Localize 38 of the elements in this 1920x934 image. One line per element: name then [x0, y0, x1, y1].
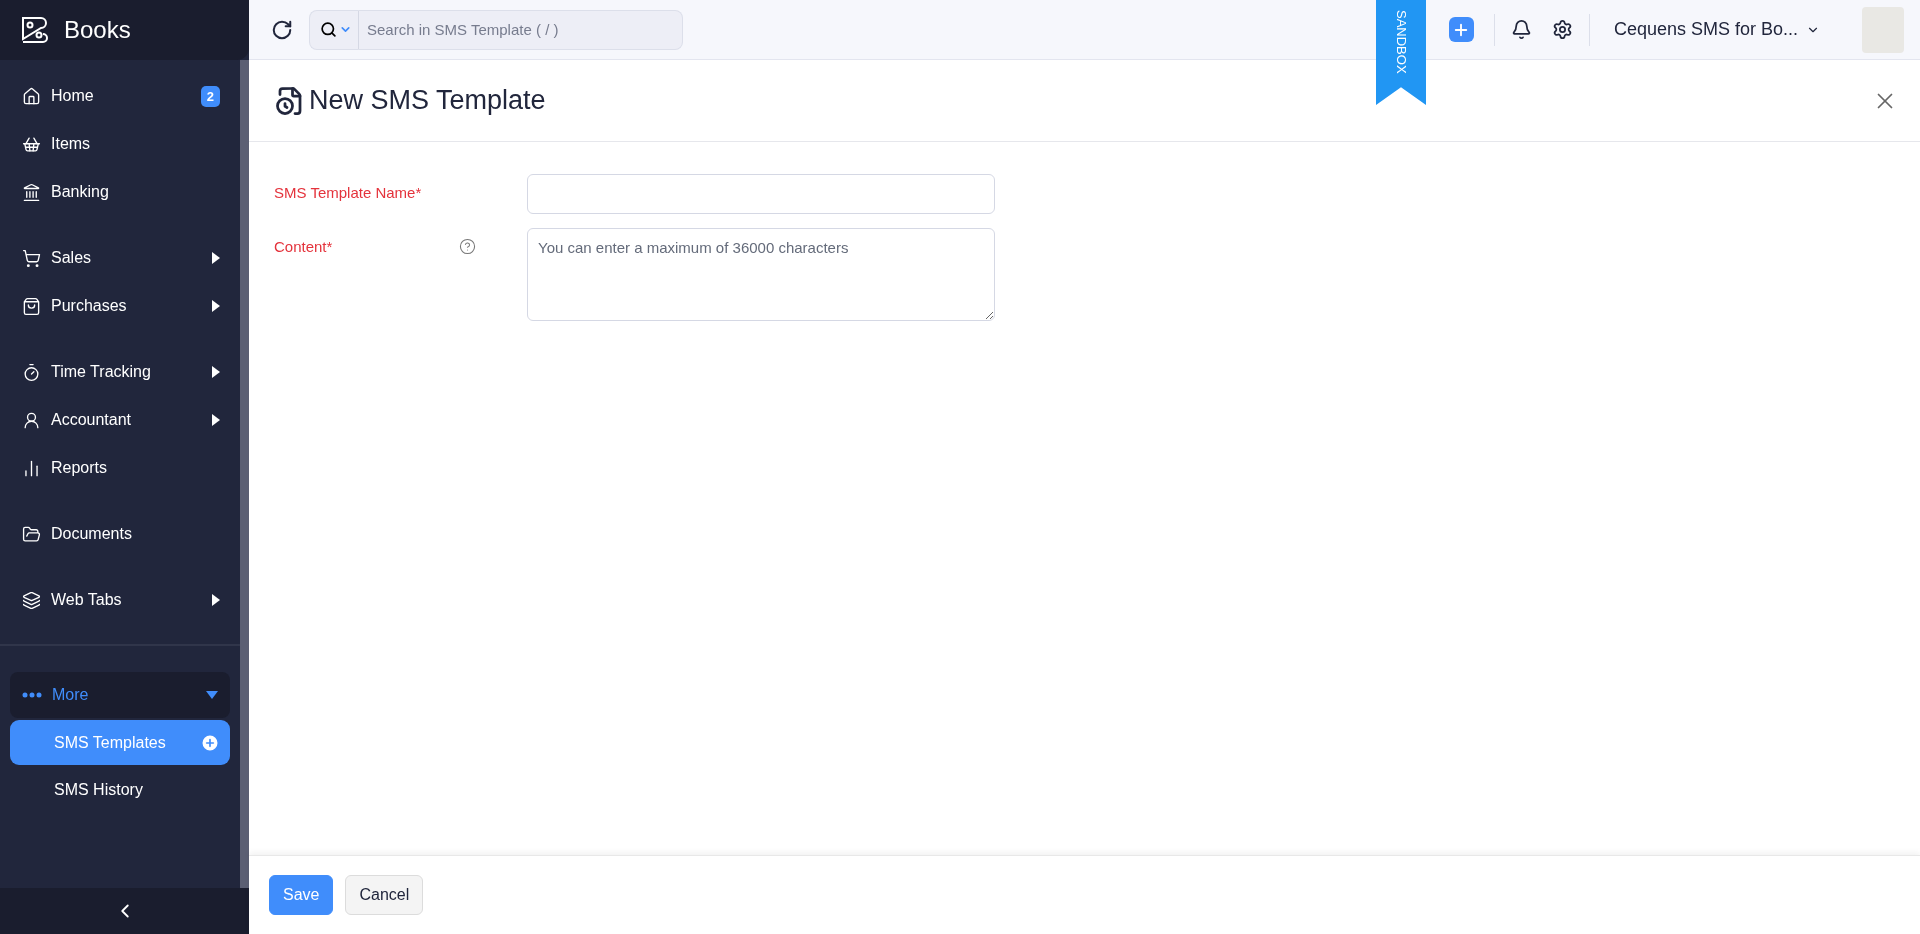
bank-icon: [22, 182, 41, 202]
submenu-item[interactable]: SMS History: [10, 767, 230, 812]
more-menu[interactable]: More: [10, 672, 230, 718]
ribbon-text: SANDBOX: [1393, 10, 1409, 74]
cart-icon: [22, 248, 41, 268]
input-field[interactable]: [527, 174, 995, 214]
nav-item[interactable]: Sales: [10, 234, 230, 282]
help-icon[interactable]: [459, 238, 476, 255]
stopwatch-icon: [22, 362, 41, 382]
nav-item[interactable]: Web Tabs: [10, 576, 230, 624]
nav-item[interactable]: Purchases: [10, 282, 230, 330]
nav-item[interactable]: Accountant: [10, 396, 230, 444]
nav-item[interactable]: Time Tracking: [10, 348, 230, 396]
brand-name: Books: [64, 16, 131, 44]
folder-icon: [22, 524, 41, 544]
organization-dropdown[interactable]: Cequens SMS for Bo...: [1601, 19, 1832, 40]
bar-chart-icon: [22, 458, 41, 478]
layers-icon: [22, 590, 41, 610]
bag-icon: [22, 296, 41, 316]
count-badge: 2: [200, 85, 220, 107]
nav-item[interactable]: Items: [10, 120, 230, 168]
add-icon[interactable]: [200, 732, 220, 753]
search-icon[interactable]: [309, 9, 359, 50]
content-field[interactable]: You can enter a maximum of 36000 characters: [527, 228, 995, 321]
search-field[interactable]: Search in SMS Template ( / ): [359, 9, 683, 50]
nav-item[interactable]: Documents: [10, 510, 230, 558]
nav-item[interactable]: Reports: [10, 444, 230, 492]
field-label: SMS Template Name*: [274, 183, 423, 201]
nav-item[interactable]: Home 2: [10, 72, 230, 120]
user-icon: [22, 410, 41, 430]
page-title: New SMS Template: [309, 85, 547, 116]
nav-item[interactable]: Banking: [10, 168, 230, 216]
field-label: Content*: [274, 237, 334, 255]
dots-icon: [22, 692, 42, 698]
logo-icon: [20, 15, 50, 45]
home-icon: [22, 86, 41, 106]
secondary-button[interactable]: Cancel: [345, 875, 424, 915]
collapse-arrow-icon: [206, 691, 218, 699]
